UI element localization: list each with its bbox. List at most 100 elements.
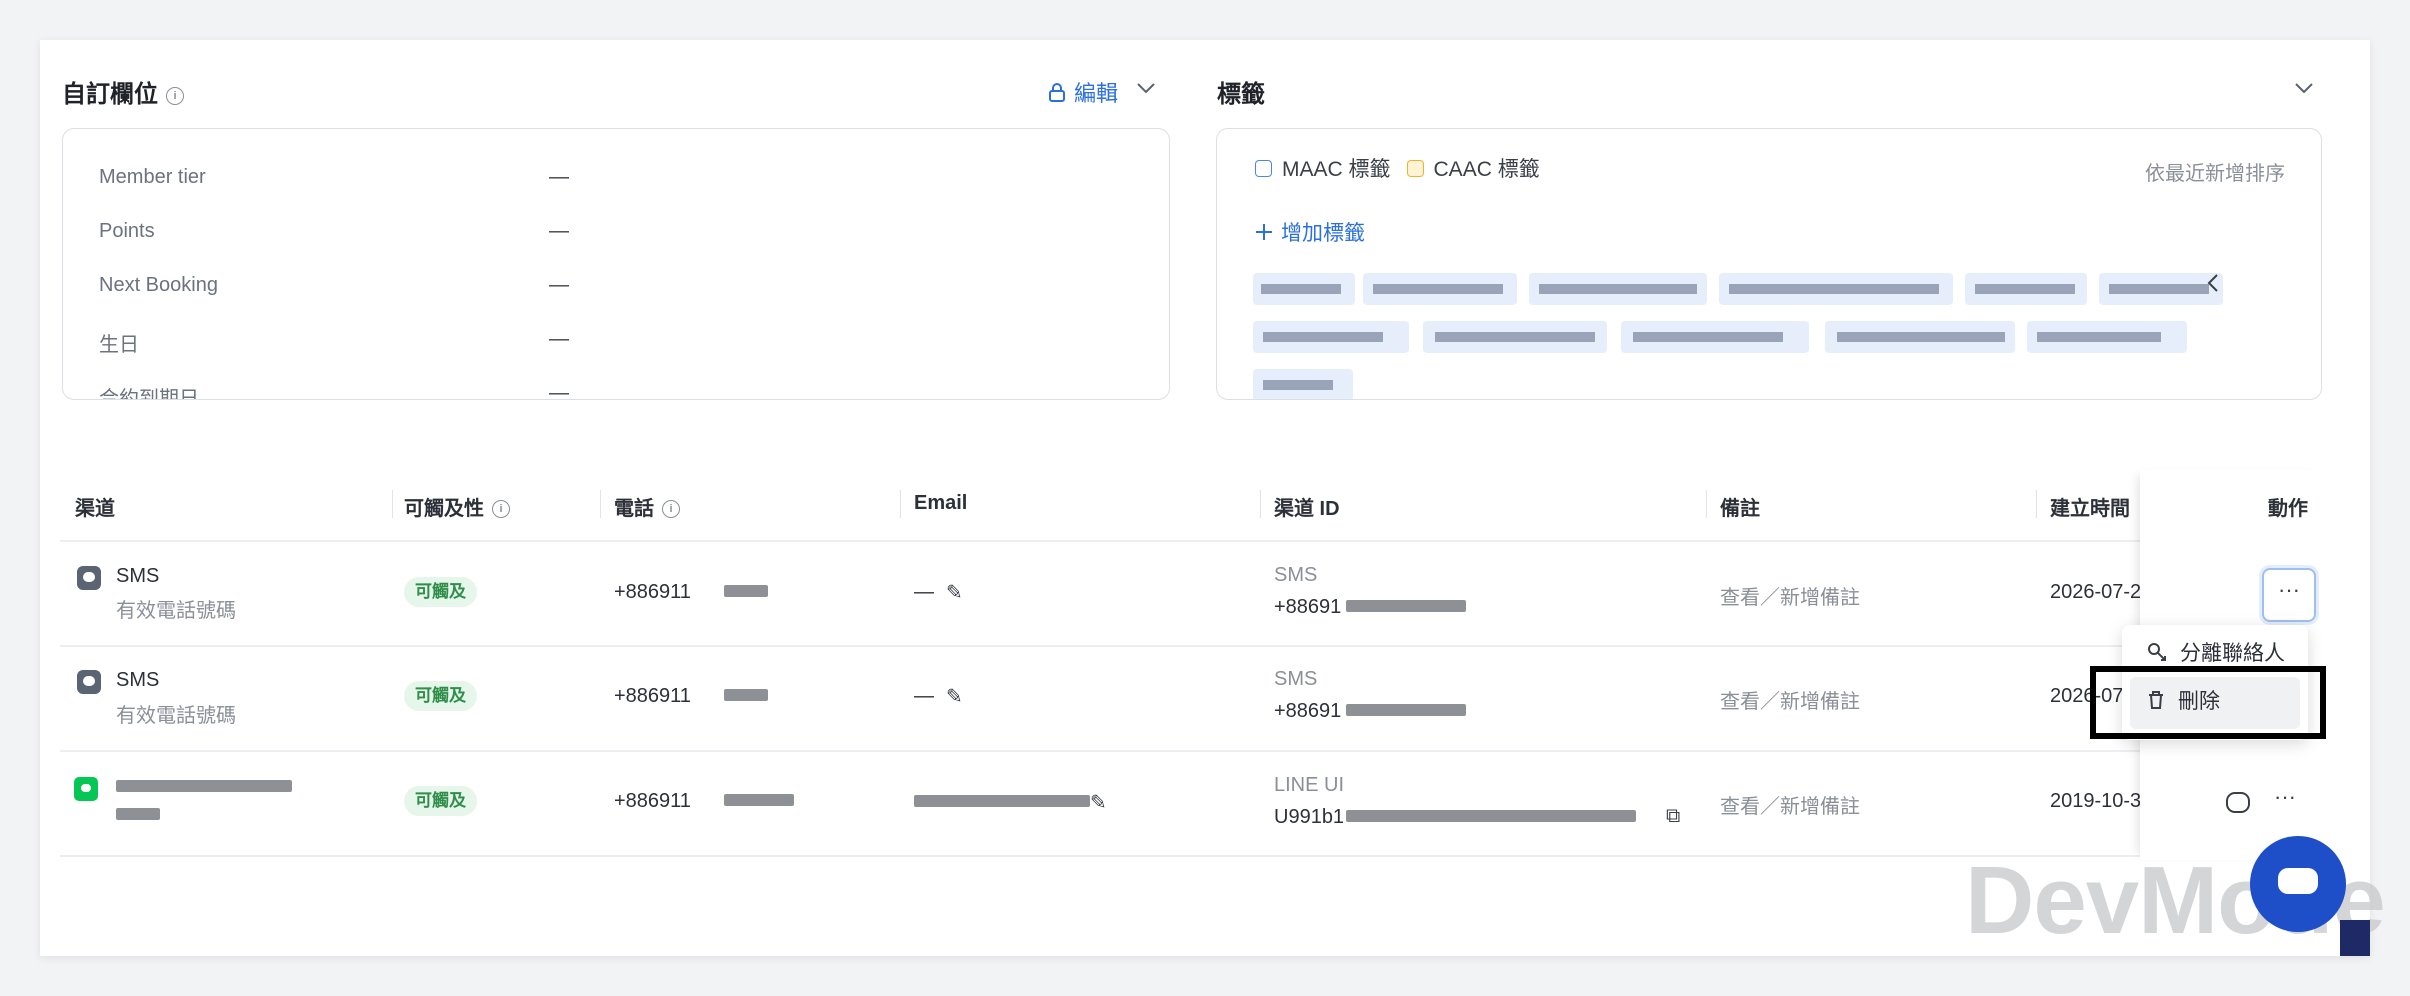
sort-order-label[interactable]: 依最近新增排序 <box>2145 157 2285 186</box>
note-link[interactable]: 查看／新增備註 <box>1720 685 1860 714</box>
sms-icon <box>77 670 101 694</box>
tags-card: MAAC 標籤 CAAC 標籤 依最近新增排序 增加標籤 <box>1216 128 2322 400</box>
custom-fields-title: 自訂欄位 i <box>62 74 184 109</box>
tag-chip[interactable] <box>1621 321 1809 353</box>
redacted-text <box>914 795 1090 807</box>
header-created: 建立時間 <box>2050 498 2130 520</box>
tags-title: 標籤 <box>1217 81 1265 108</box>
info-icon[interactable]: i <box>492 500 510 518</box>
redacted-text <box>724 585 768 597</box>
field-label: 生日 <box>99 334 139 356</box>
phone: +886911 <box>614 685 691 707</box>
detach-contact-label: 分離聯絡人 <box>2180 642 2285 665</box>
detach-contact-menu-item[interactable]: 分離聯絡人 <box>2146 637 2285 667</box>
created-time: 2026-07-2 <box>2050 581 2142 603</box>
table-divider <box>60 540 2330 542</box>
add-tag-label: 增加標籤 <box>1281 222 1365 245</box>
redacted-text <box>724 794 794 806</box>
reachable-badge: 可觸及 <box>404 786 477 816</box>
tag-chip[interactable] <box>2027 321 2187 353</box>
plus-icon <box>1256 224 1272 240</box>
created-time: 2019-10-3 <box>2050 790 2142 812</box>
column-divider <box>900 490 901 518</box>
pencil-icon[interactable]: ✎ <box>1090 790 1107 815</box>
redacted-text <box>1346 810 1636 822</box>
add-tag-button[interactable]: 增加標籤 <box>1255 217 1365 247</box>
channel-id-value: U991b1 <box>1274 806 1345 828</box>
tag-chip[interactable] <box>1253 321 1409 353</box>
header-reachability: 可觸及性 i <box>404 492 510 521</box>
highlight-annotation-box <box>2090 666 2326 739</box>
email: — <box>914 685 934 707</box>
tag-chip[interactable] <box>1529 273 1707 305</box>
redacted-text <box>1346 600 1466 612</box>
redacted-text <box>724 689 768 701</box>
custom-fields-card: Member tier — Points — Next Booking — 生日… <box>62 128 1170 400</box>
chat-fab-button[interactable] <box>2250 836 2346 932</box>
edit-custom-fields-button[interactable]: 編輯 <box>1048 76 1118 108</box>
chevron-down-icon[interactable] <box>2294 74 2314 100</box>
channel-name: SMS <box>116 565 160 587</box>
header-email: Email <box>914 492 968 514</box>
maac-legend-label: MAAC 標籤 <box>1282 158 1391 181</box>
tag-chip[interactable] <box>1719 273 1953 305</box>
edit-label: 編輯 <box>1074 81 1119 106</box>
note-link[interactable]: 查看／新增備註 <box>1720 581 1860 610</box>
field-label: Member tier <box>99 166 206 188</box>
field-label: Next Booking <box>99 274 218 296</box>
chat-icon[interactable] <box>2226 792 2250 813</box>
field-value: — <box>549 220 569 242</box>
more-actions-button[interactable]: ··· <box>2262 568 2316 622</box>
note-link[interactable]: 查看／新增備註 <box>1720 790 1860 819</box>
unlink-icon <box>2148 643 2166 661</box>
channel-id-label: SMS <box>1274 564 1318 586</box>
channel-sub: 有效電話號碼 <box>116 600 236 622</box>
field-value: — <box>549 274 569 296</box>
pencil-icon[interactable]: ✎ <box>946 684 963 709</box>
reachable-badge: 可觸及 <box>404 577 477 607</box>
lock-icon <box>1049 83 1065 102</box>
channel-id-value: +88691 <box>1274 596 1342 618</box>
table-divider <box>60 750 2330 752</box>
tag-chip[interactable] <box>1253 369 1353 399</box>
email: — <box>914 581 934 603</box>
header-action: 動作 <box>2268 498 2308 520</box>
tag-chip[interactable] <box>1363 273 1517 305</box>
tag-chip[interactable] <box>2099 273 2223 305</box>
column-divider <box>1260 490 1261 518</box>
field-value: — <box>549 166 569 188</box>
phone: +886911 <box>614 581 691 603</box>
column-divider <box>2036 490 2037 518</box>
line-icon <box>74 777 98 801</box>
tag-chip[interactable] <box>1825 321 2015 353</box>
header-phone: 電話 i <box>614 492 680 521</box>
more-actions-button[interactable]: ··· <box>2274 784 2296 810</box>
chevron-left-icon[interactable] <box>2207 273 2219 299</box>
column-divider <box>600 490 601 518</box>
custom-fields-title-text: 自訂欄位 <box>62 81 158 108</box>
channel-sub: 有效電話號碼 <box>116 705 236 727</box>
caac-legend-label: CAAC 標籤 <box>1433 158 1540 181</box>
tag-chip[interactable] <box>1423 321 1607 353</box>
field-value: — <box>549 382 569 400</box>
sms-icon <box>77 566 101 590</box>
chevron-down-icon[interactable] <box>1136 74 1156 100</box>
channel-id-label: SMS <box>1274 668 1318 690</box>
pencil-icon[interactable]: ✎ <box>946 580 963 605</box>
field-label: 合約到期日 <box>99 388 199 400</box>
tag-chip[interactable] <box>1965 273 2087 305</box>
copy-icon[interactable]: ⧉ <box>1666 805 1680 828</box>
phone: +886911 <box>614 790 691 812</box>
channel-id-value: +88691 <box>1274 700 1342 722</box>
corner-decoration <box>2340 920 2370 956</box>
table-divider <box>60 645 2330 647</box>
header-reachability-text: 可觸及性 <box>404 498 484 520</box>
field-value: — <box>549 328 569 350</box>
tag-legend: MAAC 標籤 CAAC 標籤 <box>1255 153 1540 183</box>
info-icon[interactable]: i <box>166 87 184 105</box>
redacted-text <box>116 780 292 792</box>
channel-name: SMS <box>116 669 160 691</box>
info-icon[interactable]: i <box>662 500 680 518</box>
channel-id-label: LINE UI <box>1274 774 1345 796</box>
tag-chip[interactable] <box>1253 273 1355 305</box>
